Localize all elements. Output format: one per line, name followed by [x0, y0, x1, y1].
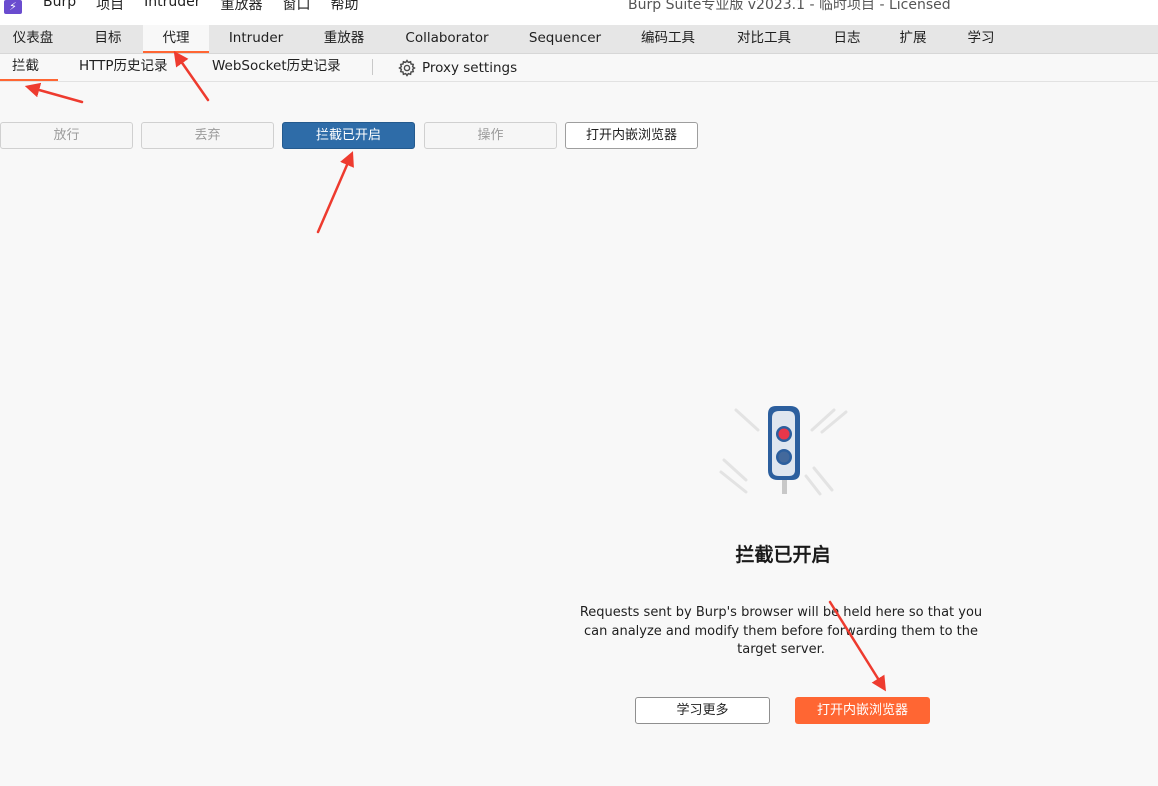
menu-window[interactable]: 窗口: [283, 0, 311, 14]
menu-items: Burp 项目 Intruder 重放器 窗口 帮助: [43, 0, 379, 14]
arrow-to-intercept-button: [316, 151, 354, 234]
tab-learn[interactable]: 学习: [957, 25, 1005, 53]
tab-extensions[interactable]: 扩展: [890, 25, 936, 53]
annotation-arrows: [24, 50, 886, 692]
intercept-toggle-button[interactable]: 拦截已开启: [282, 122, 415, 149]
tab-repeater[interactable]: 重放器: [311, 25, 377, 53]
tab-target[interactable]: 目标: [76, 25, 140, 53]
tab-collaborator[interactable]: Collaborator: [394, 25, 500, 53]
tab-comparer[interactable]: 对比工具: [728, 25, 800, 53]
subtab-intercept[interactable]: 拦截: [0, 54, 58, 81]
menu-burp[interactable]: Burp: [43, 0, 76, 14]
open-embedded-browser-button[interactable]: 打开内嵌浏览器: [795, 697, 930, 724]
learn-more-button[interactable]: 学习更多: [635, 697, 770, 724]
empty-state-title: 拦截已开启: [735, 544, 831, 566]
menu-intruder[interactable]: Intruder: [144, 0, 200, 14]
window-title: Burp Suite专业版 v2023.1 - 临时项目 - Licensed: [628, 0, 951, 13]
menu-help[interactable]: 帮助: [331, 0, 359, 14]
lightning-icon: ⚡: [4, 0, 22, 14]
tab-dashboard[interactable]: 仪表盘: [0, 25, 66, 53]
proxy-sub-tab-bar: 拦截 HTTP历史记录 WebSocket历史记录 Proxy settings: [0, 54, 1158, 82]
tab-proxy[interactable]: 代理: [143, 25, 209, 53]
empty-state-description: Requests sent by Burp's browser will be …: [579, 605, 983, 657]
traffic-light-icon: [716, 400, 852, 500]
menu-project[interactable]: 项目: [96, 0, 124, 14]
subtab-websocket-history[interactable]: WebSocket历史记录: [212, 54, 341, 81]
open-browser-button[interactable]: 打开内嵌浏览器: [565, 122, 698, 149]
gear-icon: [398, 59, 416, 77]
subtab-http-history[interactable]: HTTP历史记录: [79, 54, 168, 81]
menu-bar: ⚡ Burp 项目 Intruder 重放器 窗口 帮助 Burp Suite专…: [0, 0, 1158, 25]
action-button[interactable]: 操作: [424, 122, 557, 149]
arrow-to-intercept-subtab: [24, 82, 84, 104]
proxy-settings-label: Proxy settings: [422, 60, 518, 76]
main-tab-bar: 仪表盘 目标 代理 Intruder 重放器 Collaborator Sequ…: [0, 25, 1158, 54]
drop-button[interactable]: 丢弃: [141, 122, 274, 149]
tab-logger[interactable]: 日志: [824, 25, 870, 53]
tab-intruder[interactable]: Intruder: [217, 25, 295, 53]
tab-decoder[interactable]: 编码工具: [632, 25, 704, 53]
subtab-divider: [372, 59, 373, 75]
forward-button[interactable]: 放行: [0, 122, 133, 149]
menu-repeater[interactable]: 重放器: [221, 0, 263, 14]
proxy-settings-button[interactable]: Proxy settings: [398, 58, 517, 78]
tab-sequencer[interactable]: Sequencer: [519, 25, 611, 53]
